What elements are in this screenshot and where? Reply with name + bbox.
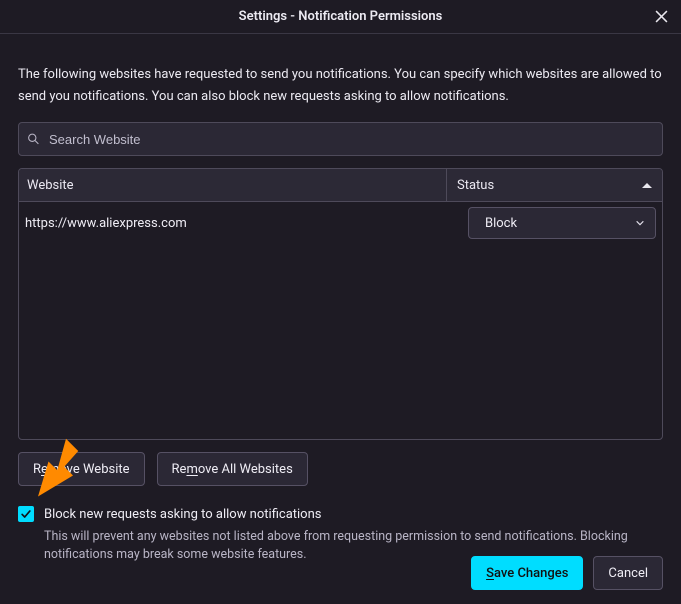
block-new-requests-label[interactable]: Block new requests asking to allow notif… <box>44 507 322 522</box>
website-cell: https://www.aliexpress.com <box>25 216 468 231</box>
column-header-website-label: Website <box>27 178 74 193</box>
column-header-status-label: Status <box>457 178 494 193</box>
window-title: Settings - Notification Permissions <box>239 9 443 24</box>
block-new-requests-section: Block new requests asking to allow notif… <box>0 486 681 563</box>
remove-all-websites-button[interactable]: Remove All Websites <box>157 452 308 486</box>
title-bar: Settings - Notification Permissions <box>0 0 681 33</box>
content-area: The following websites have requested to… <box>0 34 681 440</box>
search-input[interactable] <box>18 122 663 156</box>
column-header-website[interactable]: Website <box>19 169 446 201</box>
remove-website-button[interactable]: Remove Website <box>18 452 145 486</box>
dialog-footer: Save Changes Cancel <box>0 556 681 604</box>
table-row[interactable]: https://www.aliexpress.com Block <box>19 202 662 244</box>
search-wrap <box>18 122 663 156</box>
block-new-requests-checkbox[interactable] <box>18 506 34 522</box>
chevron-down-icon <box>635 218 645 228</box>
status-select[interactable]: Block <box>468 207 656 239</box>
settings-dialog: Settings - Notification Permissions The … <box>0 0 681 604</box>
website-table: Website Status https://www.aliexpress.co… <box>18 168 663 440</box>
close-button[interactable] <box>647 2 675 30</box>
search-icon <box>27 133 40 146</box>
cancel-button[interactable]: Cancel <box>593 556 663 590</box>
save-changes-button[interactable]: Save Changes <box>471 556 583 590</box>
status-select-value: Block <box>485 216 517 231</box>
column-header-status[interactable]: Status <box>446 169 662 201</box>
sort-ascending-icon <box>642 183 652 188</box>
description-text: The following websites have requested to… <box>18 64 663 108</box>
row-action-buttons: Remove Website Remove All Websites <box>0 440 681 486</box>
status-cell: Block <box>468 207 656 239</box>
block-new-requests-row: Block new requests asking to allow notif… <box>18 506 663 522</box>
table-header: Website Status <box>19 169 662 202</box>
close-icon <box>655 10 668 23</box>
checkmark-icon <box>20 508 32 520</box>
